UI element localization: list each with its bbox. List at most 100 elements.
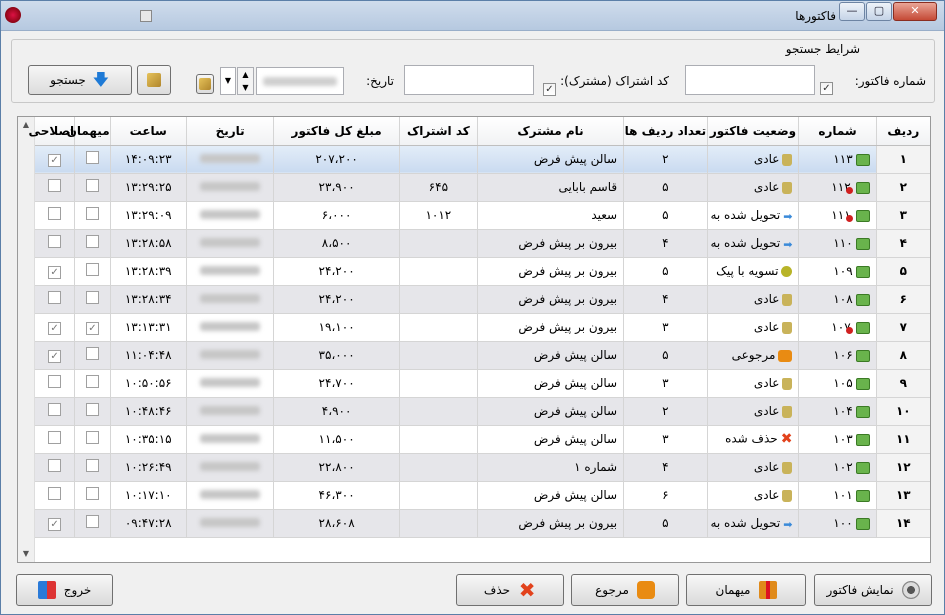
guest-checkbox[interactable]: ✓ <box>85 321 99 335</box>
delete-button[interactable]: ✖ حذف <box>456 574 564 606</box>
table-row[interactable]: ✓ ✓ ۱۳:۱۳:۳۱ ۱۹،۱۰۰ بیرون بر پیش فرض ۳ عادی ۱۰۷… <box>35 313 930 342</box>
clear-date-button[interactable] <box>196 74 214 94</box>
guest-cell[interactable] <box>74 173 111 202</box>
fix-checkbox[interactable]: ✓ <box>48 265 62 279</box>
fix-checkbox[interactable]: ✓ <box>48 153 62 167</box>
table-row[interactable]: ۱۰:۳۵:۱۵ ۱۱،۵۰۰ سالن پیش فرض ۳ ✖حذف شده ۱۰۳ ۱۱ <box>35 425 930 454</box>
fix-cell[interactable]: ✓ <box>35 145 76 174</box>
guest-checkbox[interactable] <box>85 263 99 276</box>
fix-checkbox[interactable] <box>48 207 62 220</box>
fix-cell[interactable] <box>35 481 76 510</box>
minimize-button[interactable]: — <box>839 2 865 21</box>
fix-checkbox[interactable] <box>48 375 62 388</box>
fix-cell[interactable] <box>35 425 76 454</box>
fix-cell[interactable] <box>35 229 76 258</box>
show-invoice-button[interactable]: نمایش فاکتور <box>814 574 932 606</box>
invoice-number-input[interactable] <box>685 65 815 95</box>
guest-checkbox[interactable] <box>85 515 99 528</box>
guest-cell[interactable] <box>74 425 111 454</box>
return-button[interactable]: مرجوع <box>571 574 679 606</box>
subscriber-code-input[interactable] <box>404 65 534 95</box>
fix-cell[interactable]: ✓ <box>35 257 76 286</box>
guest-cell[interactable] <box>74 397 111 426</box>
guest-cell[interactable] <box>74 509 111 538</box>
guest-cell[interactable] <box>74 145 111 174</box>
guest-checkbox[interactable] <box>85 151 99 164</box>
fix-checkbox[interactable]: ✓ <box>48 349 62 363</box>
table-row[interactable]: ۱۳:۲۹:۰۹۶،۰۰۰۱۰۱۲سعید۵➡تحویل شده به پیک۱… <box>35 201 930 230</box>
vertical-scrollbar[interactable]: ▲ ▼ <box>18 117 35 562</box>
guest-cell[interactable] <box>74 453 111 482</box>
column-header[interactable]: میهمان <box>67 117 111 146</box>
table-row[interactable]: ۱۰:۴۸:۴۶ ۴،۹۰۰ سالن پیش فرض ۲ عادی ۱۰۴ ۱۰ <box>35 397 930 426</box>
table-row[interactable]: ۱۳:۲۹:۲۵ ۲۳،۹۰۰ ۶۴۵ قاسم بابایی ۵ عادی ۱۱۲ ۲ <box>35 173 930 202</box>
table-row[interactable]: ۱۳:۲۸:۳۴ ۲۴،۲۰۰ بیرون بر پیش فرض ۴ عادی ۱۰۸ ۶ <box>35 285 930 314</box>
fix-checkbox[interactable] <box>48 235 62 248</box>
guest-checkbox[interactable] <box>85 207 99 220</box>
guest-cell[interactable] <box>74 257 111 286</box>
invoices-grid[interactable]: ▲ ▼ اصلاحی میهمان ساعت تاریخ مبلغ کل فاکتور ک… <box>17 116 931 563</box>
guest-checkbox[interactable] <box>85 375 99 388</box>
subscriber-code-checkbox[interactable]: ✓ <box>543 83 556 96</box>
fix-cell[interactable] <box>35 173 76 202</box>
table-row[interactable]: ۱۳:۲۸:۵۸ ۸،۵۰۰ بیرون بر پیش فرض ۴ ➡تحویل شده… <box>35 229 930 258</box>
guest-cell[interactable] <box>74 229 111 258</box>
fix-checkbox[interactable]: ✓ <box>48 517 62 531</box>
table-row[interactable]: ✓ ۰۹:۴۷:۲۸ ۲۸،۶۰۸ بیرون بر پیش فرض ۵ ➡تحویل ش… <box>35 509 930 538</box>
guest-checkbox[interactable] <box>85 291 99 304</box>
table-row[interactable]: ✓ ۱۴:۰۹:۲۳ ۲۰۷،۲۰۰ سالن پیش فرض ۲ عادی ۱۱۳ ۱ <box>35 145 930 174</box>
scroll-down-icon[interactable]: ▼ <box>18 546 34 562</box>
guest-cell[interactable] <box>74 341 111 370</box>
fix-checkbox[interactable] <box>48 179 62 192</box>
fix-checkbox[interactable] <box>48 487 62 500</box>
guest-checkbox[interactable] <box>85 235 99 248</box>
column-header[interactable]: ردیف <box>876 117 930 146</box>
guest-checkbox[interactable] <box>85 347 99 360</box>
guest-button[interactable]: میهمان <box>686 574 806 606</box>
fix-checkbox[interactable]: ✓ <box>48 321 62 335</box>
fix-checkbox[interactable] <box>48 459 62 472</box>
fix-cell[interactable] <box>35 369 76 398</box>
fix-cell[interactable] <box>35 201 76 230</box>
guest-cell[interactable] <box>74 369 111 398</box>
column-header[interactable]: تاریخ <box>186 117 275 146</box>
maximize-button[interactable]: ▢ <box>866 2 892 21</box>
column-header[interactable]: کد اشتراک <box>399 117 478 146</box>
fix-cell[interactable]: ✓ <box>35 341 76 370</box>
guest-checkbox[interactable] <box>85 459 99 472</box>
fix-checkbox[interactable] <box>48 403 62 416</box>
fix-checkbox[interactable] <box>48 291 62 304</box>
table-row[interactable]: ✓ ۱۱:۰۴:۴۸ ۳۵،۰۰۰ سالن پیش فرض ۵ مرجوعی ۱۰۶ ۸ <box>35 341 930 370</box>
guest-checkbox[interactable] <box>85 179 99 192</box>
date-spinner[interactable]: ▲ ▼ <box>237 67 254 95</box>
table-row[interactable]: ۱۰:۱۷:۱۰ ۴۶،۳۰۰ سالن پیش فرض ۶ عادی ۱۰۱ ۱۳ <box>35 481 930 510</box>
guest-checkbox[interactable] <box>85 431 99 444</box>
invoice-number-checkbox[interactable]: ✓ <box>820 82 833 95</box>
fix-cell[interactable] <box>35 285 76 314</box>
guest-cell[interactable] <box>74 285 111 314</box>
column-header[interactable]: تعداد ردیف ها <box>623 117 708 146</box>
column-header[interactable]: مبلغ کل فاکتور <box>273 117 400 146</box>
search-button[interactable]: 🡇 جستجو <box>28 65 132 95</box>
guest-cell[interactable]: ✓ <box>74 313 111 342</box>
column-header[interactable]: ساعت <box>110 117 187 146</box>
fix-cell[interactable]: ✓ <box>35 509 76 538</box>
column-header[interactable]: نام مشترک <box>477 117 625 146</box>
table-row[interactable]: ✓ ۱۳:۲۸:۳۹ ۲۴،۲۰۰ بیرون بر پیش فرض ۵ تسویه با… <box>35 257 930 286</box>
guest-checkbox[interactable] <box>85 403 99 416</box>
guest-cell[interactable] <box>74 481 111 510</box>
guest-checkbox[interactable] <box>85 487 99 500</box>
table-row[interactable]: ۱۰:۲۶:۴۹ ۲۲،۸۰۰ شماره ۱ ۴ عادی ۱۰۲ ۱۲ <box>35 453 930 482</box>
table-row[interactable]: ۱۰:۵۰:۵۶ ۲۴،۷۰۰ سالن پیش فرض ۳ عادی ۱۰۵ ۹ <box>35 369 930 398</box>
guest-cell[interactable] <box>74 201 111 230</box>
fix-cell[interactable] <box>35 453 76 482</box>
fix-cell[interactable]: ✓ <box>35 313 76 342</box>
exit-button[interactable]: خروج <box>16 574 113 606</box>
fix-checkbox[interactable] <box>48 431 62 444</box>
close-button[interactable]: ✕ <box>893 2 937 21</box>
date-input[interactable] <box>256 67 344 95</box>
column-header[interactable]: وضعیت فاکتور <box>707 117 800 146</box>
date-dropdown[interactable]: ▼ <box>220 67 236 95</box>
fix-cell[interactable] <box>35 397 76 426</box>
clear-filters-button[interactable] <box>137 65 171 95</box>
